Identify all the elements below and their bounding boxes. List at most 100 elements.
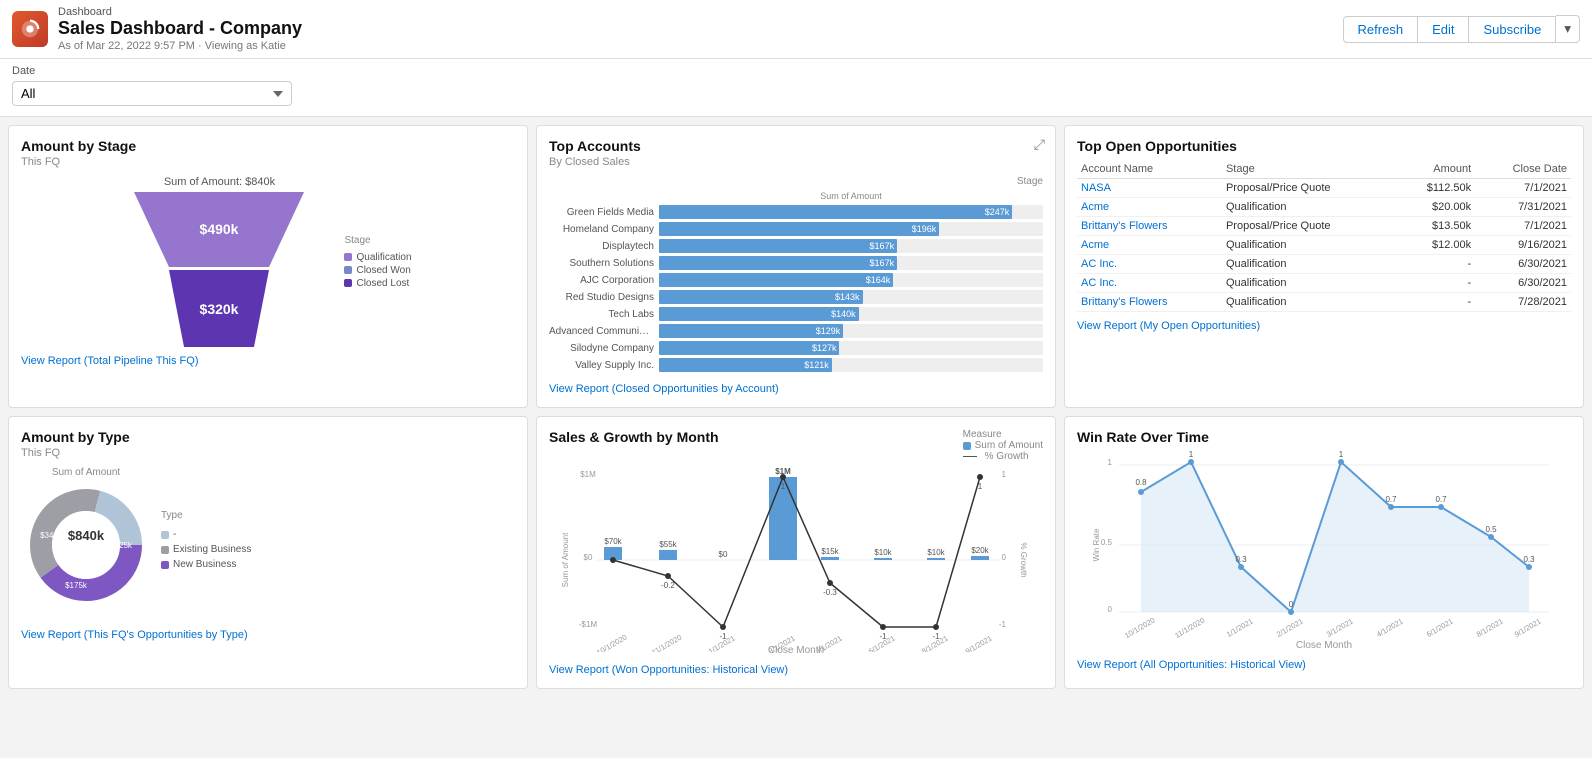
win-rate-area xyxy=(1141,462,1529,612)
bar-value: $196k xyxy=(912,224,937,234)
donut-label-other: $175k xyxy=(65,581,88,590)
expand-icon[interactable]: ⤢ xyxy=(1034,136,1045,153)
sum-of-amount-label: Sum of Amount xyxy=(659,191,1043,201)
bar-label-sep: $20k xyxy=(971,546,989,555)
opp-stage: Proposal/Price Quote xyxy=(1222,217,1395,236)
legend-dot-dash xyxy=(161,531,169,539)
opp-stage: Qualification xyxy=(1222,293,1395,312)
opp-date: 6/30/2021 xyxy=(1475,255,1571,274)
opp-account[interactable]: Acme xyxy=(1077,236,1222,255)
opp-stage: Proposal/Price Quote xyxy=(1222,179,1395,198)
bar-label-jan: $0 xyxy=(719,550,728,559)
growth-svg: $1M $0 -$1M 1 0 -1 $70k $55k $0 $1M xyxy=(549,462,1043,652)
wr-y-05: 0.5 xyxy=(1101,538,1113,547)
col-account-name: Account Name xyxy=(1077,160,1222,179)
x-oct: 10/1/2020 xyxy=(595,633,628,652)
bar-row: AJC Corporation$164k xyxy=(549,273,1043,287)
table-row: AC Inc.Qualification-6/30/2021 xyxy=(1077,255,1571,274)
wr-val-nov: 1 xyxy=(1189,450,1194,459)
wr-x-nov: 11/1/2020 xyxy=(1173,616,1206,640)
date-filter-select[interactable]: All xyxy=(12,81,292,106)
bar-label: Silodyne Company xyxy=(549,343,659,354)
bar-row: Homeland Company$196k xyxy=(549,222,1043,236)
legend-sum-amount: Sum of Amount xyxy=(963,440,1043,451)
growth-dot-nov xyxy=(665,573,671,579)
bar-row: Silodyne Company $127k xyxy=(549,341,1043,355)
wr-x-feb: 2/1/2021 xyxy=(1275,617,1305,639)
bar-row: Red Studio Designs$143k xyxy=(549,290,1043,304)
bar-label: Displaytech xyxy=(549,241,659,252)
growth-dot-aug xyxy=(933,624,939,630)
opp-date: 6/30/2021 xyxy=(1475,274,1571,293)
legend-label-new: New Business xyxy=(173,559,236,570)
header-title-group: Dashboard Sales Dashboard - Company As o… xyxy=(58,6,302,52)
opps-table-body: NASAProposal/Price Quote$112.50k7/1/2021… xyxy=(1077,179,1571,312)
breadcrumb: Dashboard xyxy=(58,6,302,18)
refresh-button[interactable]: Refresh xyxy=(1343,16,1419,43)
app-icon xyxy=(12,11,48,47)
subscribe-button[interactable]: Subscribe xyxy=(1469,16,1556,43)
legend-label-sum: Sum of Amount xyxy=(975,440,1043,451)
legend-dot-existing xyxy=(161,546,169,554)
growth-val-apr: -0.3 xyxy=(823,588,837,597)
bar-value: $167k xyxy=(870,241,895,251)
bar-apr xyxy=(821,557,839,560)
top-accounts-subtitle: By Closed Sales xyxy=(549,156,1043,168)
opp-account[interactable]: Acme xyxy=(1077,198,1222,217)
bar-chart: Green Fields Media$247kHomeland Company$… xyxy=(549,205,1043,372)
opp-amount: $13.50k xyxy=(1395,217,1475,236)
win-rate-title: Win Rate Over Time xyxy=(1077,429,1571,445)
stage-view-report[interactable]: View Report (Total Pipeline This FQ) xyxy=(21,355,199,367)
bar-row: Tech Labs$140k xyxy=(549,307,1043,321)
bar-row: Southern Solutions$167k xyxy=(549,256,1043,270)
growth-title-group: Sales & Growth by Month xyxy=(549,429,719,447)
opp-account[interactable]: Brittany's Flowers xyxy=(1077,217,1222,236)
opp-stage: Qualification xyxy=(1222,236,1395,255)
legend-dot-sum xyxy=(963,442,971,450)
opps-view-report[interactable]: View Report (My Open Opportunities) xyxy=(1077,320,1260,332)
wr-x-mar: 3/1/2021 xyxy=(1325,617,1355,639)
bar-value: $247k xyxy=(985,207,1010,217)
type-view-report[interactable]: View Report (This FQ's Opportunities by … xyxy=(21,629,248,641)
legend-dot-closed-lost xyxy=(344,279,352,287)
growth-title: Sales & Growth by Month xyxy=(549,429,719,445)
bar-aug xyxy=(927,558,945,560)
wr-y-axis-title: Win Rate xyxy=(1092,528,1101,561)
bar-track: $143k xyxy=(659,290,1043,304)
edit-button[interactable]: Edit xyxy=(1418,16,1469,43)
winrate-view-report[interactable]: View Report (All Opportunities: Historic… xyxy=(1077,659,1306,671)
wr-dot-apr xyxy=(1388,504,1394,510)
legend-dot-qualification xyxy=(344,253,352,261)
stage-legend: Stage Qualification Closed Won Closed Lo… xyxy=(344,235,411,289)
wr-val-sep: 0.3 xyxy=(1523,555,1535,564)
bar-fill: $196k xyxy=(659,222,939,236)
legend-dot-new xyxy=(161,561,169,569)
opp-account[interactable]: AC Inc. xyxy=(1077,274,1222,293)
col-amount: Amount xyxy=(1395,160,1475,179)
header-actions: Refresh Edit Subscribe ▾ xyxy=(1343,15,1580,43)
growth-header: Sales & Growth by Month Measure Sum of A… xyxy=(549,429,1043,462)
y-axis-title-left: Sum of Amount xyxy=(561,532,570,587)
bar-value: $127k xyxy=(812,343,837,353)
opp-account[interactable]: Brittany's Flowers xyxy=(1077,293,1222,312)
amount-by-type-subtitle: This FQ xyxy=(21,447,515,459)
opp-account[interactable]: AC Inc. xyxy=(1077,255,1222,274)
amount-by-stage-card: Amount by Stage This FQ Sum of Amount: $… xyxy=(8,125,528,408)
bar-value: $121k xyxy=(804,360,829,370)
bar-fill: $164k xyxy=(659,273,893,287)
wr-dot-feb xyxy=(1288,609,1294,615)
dropdown-button[interactable]: ▾ xyxy=(1556,15,1580,43)
bar-label: Tech Labs xyxy=(549,309,659,320)
funnel-sum: Sum of Amount: $840k xyxy=(164,176,275,188)
opp-date: 7/1/2021 xyxy=(1475,179,1571,198)
donut-svg: $840k $340k $325k $175k xyxy=(21,480,151,610)
growth-val-nov: -0.2 xyxy=(661,581,675,590)
col-close-date: Close Date xyxy=(1475,160,1571,179)
accounts-view-report[interactable]: View Report (Closed Opportunities by Acc… xyxy=(549,383,779,395)
top-accounts-title: Top Accounts xyxy=(549,138,1043,154)
donut-sum-label: Sum of Amount xyxy=(21,467,151,478)
growth-view-report[interactable]: View Report (Won Opportunities: Historic… xyxy=(549,664,788,676)
opp-account[interactable]: NASA xyxy=(1077,179,1222,198)
top-opps-title: Top Open Opportunities xyxy=(1077,138,1571,154)
opp-amount: - xyxy=(1395,293,1475,312)
